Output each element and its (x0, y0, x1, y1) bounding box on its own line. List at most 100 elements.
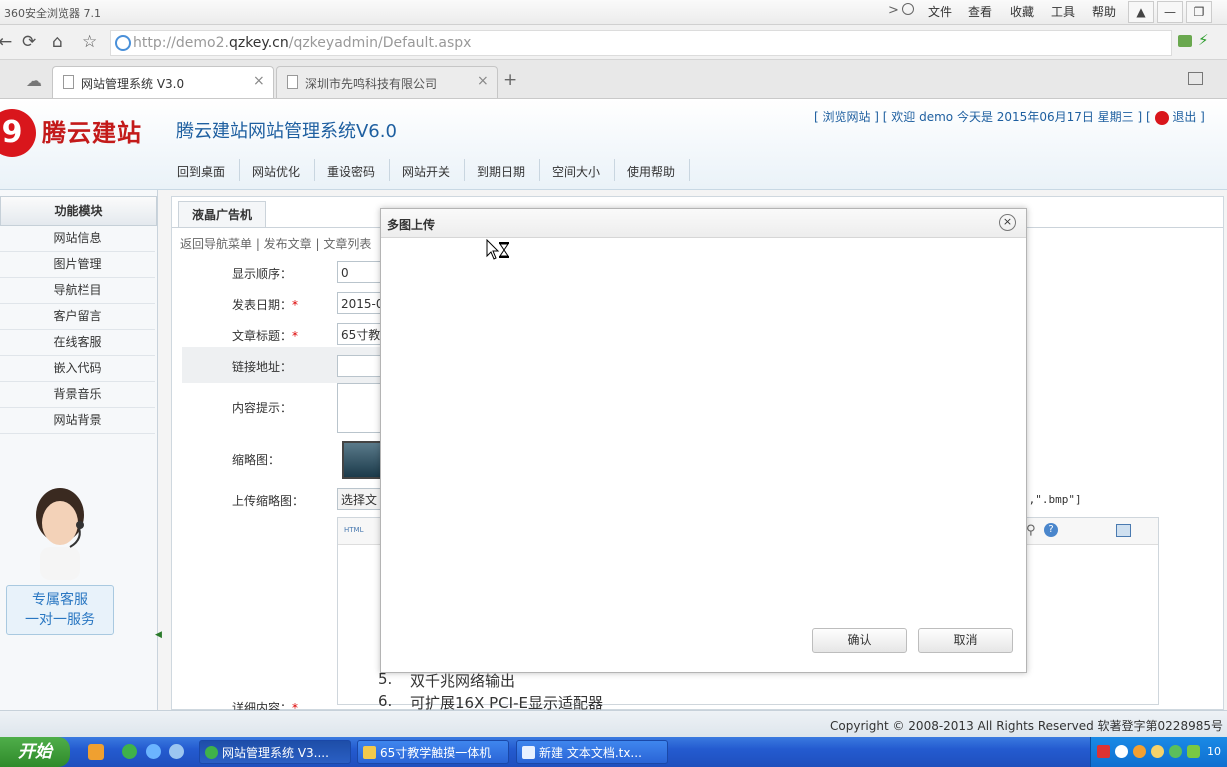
sidebar-item-embed-code[interactable]: 嵌入代码 (0, 355, 155, 382)
sidebar-item-site-info[interactable]: 网站信息 (0, 225, 155, 252)
sidebar-item-music[interactable]: 背景音乐 (0, 381, 155, 408)
close-tab-icon[interactable]: × (253, 73, 265, 89)
sidebar-item-images[interactable]: 图片管理 (0, 251, 155, 278)
nav-expiry[interactable]: 到期日期 (477, 163, 525, 180)
quick-launch-icon[interactable] (169, 744, 184, 759)
confirm-button[interactable]: 确认 (812, 628, 907, 653)
fullscreen-icon[interactable] (1116, 524, 1131, 537)
restore-tabs-icon[interactable] (1188, 72, 1203, 85)
home-icon[interactable]: ⌂ (52, 32, 63, 52)
url-prefix: http://demo2. (133, 35, 229, 51)
sidebar-item-background[interactable]: 网站背景 (0, 407, 155, 434)
tray-update-icon[interactable] (1133, 745, 1146, 758)
compat-mode-icon[interactable] (1178, 35, 1192, 47)
menu-help[interactable]: 帮助 (1092, 3, 1116, 20)
taskbar-item-notepad[interactable]: 新建 文本文档.tx... (516, 740, 668, 764)
site-header: 9 腾云建站 腾云建站网站管理系统V6.0 [ 浏览网站 ] [ 欢迎 demo… (0, 99, 1227, 190)
folder-icon (363, 746, 376, 759)
sidebar-title: 功能模块 (0, 196, 157, 226)
collapse-sidebar-icon[interactable]: ◀ (155, 630, 163, 650)
footer: Copyright © 2008-2013 All Rights Reserve… (0, 710, 1227, 738)
start-button[interactable]: 开始 (0, 737, 70, 767)
menu-favorites[interactable]: 收藏 (1010, 3, 1034, 20)
nav-divider (689, 159, 690, 181)
sidebar-item-messages[interactable]: 客户留言 (0, 303, 155, 330)
sidebar-item-navigation[interactable]: 导航栏目 (0, 277, 155, 304)
upload-thumb-label: 上传缩略图： (232, 494, 305, 508)
editor-line-network: 双千兆网络输出 (410, 672, 516, 690)
nav-divider (539, 159, 540, 181)
tray-guard-icon[interactable] (1169, 745, 1182, 758)
breadcrumb[interactable]: 返回导航菜单 | 发布文章 | 文章列表 (180, 235, 371, 252)
menu-view[interactable]: 查看 (968, 3, 992, 20)
logo-icon: 9 (0, 109, 36, 157)
title-label-text: 文章标题： (232, 329, 293, 343)
help-icon[interactable]: ? (1044, 523, 1058, 537)
star-icon[interactable]: ☆ (82, 32, 97, 52)
order-label: 显示顺序： (232, 267, 293, 281)
new-tab-icon[interactable]: + (503, 70, 517, 90)
cancel-button[interactable]: 取消 (918, 628, 1013, 653)
chevron-right-icon[interactable]: > (888, 3, 899, 18)
ie-icon[interactable] (146, 744, 161, 759)
tray-app-icon[interactable] (1097, 745, 1110, 758)
service-line-1: 专属客服 (32, 592, 88, 608)
url-input[interactable]: http://demo2.qzkey.cn/qzkeyadmin/Default… (110, 30, 1172, 56)
nav-divider (614, 159, 615, 181)
minimize-button[interactable]: — (1157, 1, 1183, 23)
dialog-header[interactable]: 多图上传 × (381, 209, 1026, 238)
nav-site-switch[interactable]: 网站开关 (402, 163, 450, 180)
power-icon[interactable] (1154, 110, 1169, 125)
menu-tools[interactable]: 工具 (1051, 3, 1075, 20)
address-toolbar: ← ⟳ ⌂ ☆ http://demo2.qzkey.cn/qzkeyadmin… (0, 25, 1227, 60)
taskbar-item-admin[interactable]: 网站管理系统 V3.... (199, 740, 351, 764)
page-icon (63, 75, 74, 89)
tray-shield-icon[interactable] (1187, 745, 1200, 758)
search-icon[interactable]: ⚲ (1026, 523, 1036, 538)
tab-lcd-ad[interactable]: 液晶广告机 (178, 201, 266, 228)
list-number: 6. (378, 692, 393, 710)
busy-cursor-icon (486, 239, 509, 260)
close-tab-icon[interactable]: × (477, 73, 489, 89)
user-info-text[interactable]: [ 浏览网站 ] [ 欢迎 demo 今天是 2015年06月17日 星期三 ]… (814, 110, 1151, 124)
logout-link[interactable]: 退出 ] (1172, 110, 1205, 124)
browser-title-bar: 360安全浏览器 7.1 > 文件 查看 收藏 工具 帮助 ▲ — ❐ (0, 0, 1227, 25)
tab-admin-system[interactable]: 网站管理系统 V3.0 × (52, 66, 274, 98)
nav-desktop[interactable]: 回到桌面 (177, 163, 225, 180)
nav-seo[interactable]: 网站优化 (252, 163, 300, 180)
multi-image-upload-dialog: 多图上传 × 确认 取消 (380, 208, 1027, 673)
copyright-text: Copyright © 2008-2013 All Rights Reserve… (830, 719, 1223, 733)
html-source-icon[interactable]: HTML (344, 526, 363, 534)
nav-space[interactable]: 空间大小 (552, 163, 600, 180)
tray-user-icon[interactable] (1151, 745, 1164, 758)
desktop-icon[interactable] (88, 744, 104, 760)
taskbar-item-label: 新建 文本文档.tx... (539, 746, 642, 760)
nav-help[interactable]: 使用帮助 (627, 163, 675, 180)
user-icon[interactable] (902, 3, 914, 15)
menu-file[interactable]: 文件 (928, 3, 952, 20)
browser-360-icon[interactable] (122, 744, 137, 759)
thumbnail-label: 缩略图： (232, 453, 281, 467)
notepad-icon (522, 746, 535, 759)
restore-button[interactable]: ❐ (1186, 1, 1212, 23)
taskbar-item-folder[interactable]: 65寸教学触摸一体机 (357, 740, 509, 764)
refresh-icon[interactable]: ⟳ (22, 32, 36, 52)
tab-company[interactable]: 深圳市先鸣科技有限公司 × (276, 66, 498, 98)
sidebar-item-online-service[interactable]: 在线客服 (0, 329, 155, 356)
user-info: [ 浏览网站 ] [ 欢迎 demo 今天是 2015年06月17日 星期三 ]… (814, 108, 1205, 125)
nav-divider (389, 159, 390, 181)
nav-reset-password[interactable]: 重设密码 (327, 163, 375, 180)
back-icon[interactable]: ← (0, 32, 12, 52)
service-agent-avatar (36, 488, 84, 580)
tray-network-icon[interactable] (1115, 745, 1128, 758)
exclusive-service-box[interactable]: 专属客服 一对一服务 (6, 585, 114, 635)
date-label-text: 发表日期： (232, 298, 293, 312)
cloud-icon[interactable]: ☁ (26, 71, 42, 90)
allowed-extensions: ",".bmp"] (1022, 493, 1082, 506)
dialog-title: 多图上传 (387, 218, 436, 232)
close-icon[interactable]: × (999, 214, 1016, 231)
url-text: http://demo2.qzkey.cn/qzkeyadmin/Default… (133, 35, 471, 51)
clock[interactable]: 10 (1207, 745, 1221, 758)
skin-icon[interactable]: ▲ (1128, 1, 1154, 23)
speed-mode-icon[interactable]: ⚡ (1198, 31, 1209, 49)
